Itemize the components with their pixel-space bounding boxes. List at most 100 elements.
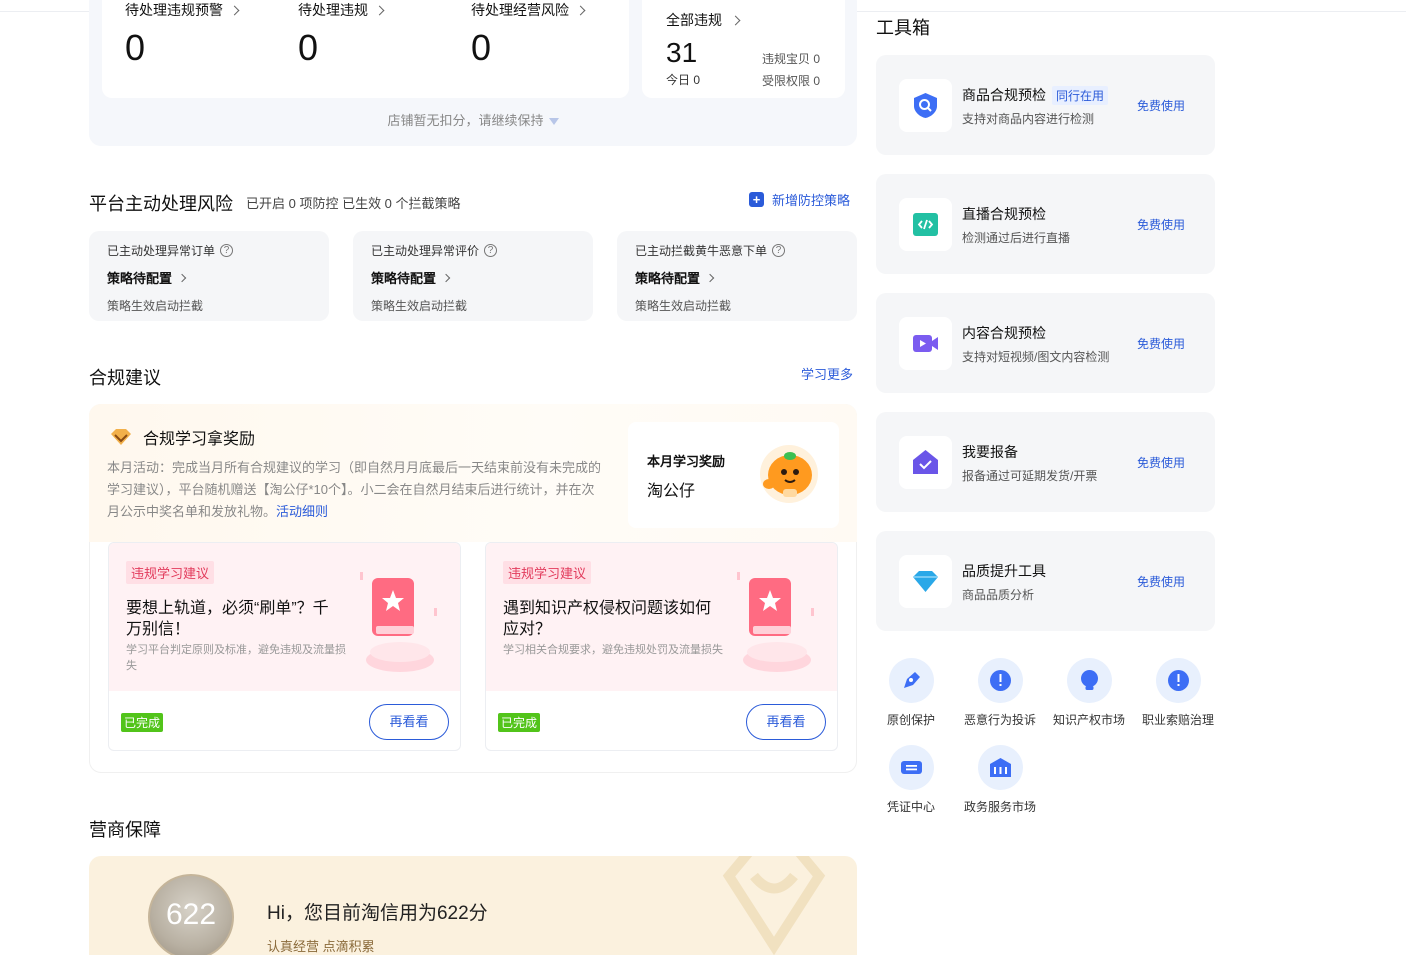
tool-filing[interactable]: 我要报备 报备通过可延期发货/开票 免费使用	[876, 412, 1215, 512]
quick-label: 知识产权市场	[1052, 713, 1125, 727]
pen-icon	[903, 672, 920, 688]
pending-risk-stat[interactable]: 待处理经营风险 0	[471, 0, 586, 70]
add-strategy-label: 新增防控策略	[772, 193, 851, 208]
free-use-link[interactable]: 免费使用	[1137, 573, 1185, 590]
risk-card-status: 策略待配置	[107, 271, 173, 286]
risk-card-desc: 策略生效启动拦截	[107, 299, 204, 313]
lesson-card[interactable]: 违规学习建议 要想上轨道，必须“刷单”？千万别信！ 学习平台判定原则及标准，避免…	[108, 542, 461, 751]
help-icon[interactable]: ?	[220, 244, 234, 257]
tool-name: 品质提升工具	[962, 563, 1046, 579]
pending-warning-stat[interactable]: 待处理违规预警 0	[125, 0, 240, 70]
pending-warning-value: 0	[125, 27, 146, 68]
score-hint[interactable]: 店铺暂无扣分，请继续保持	[89, 110, 857, 129]
credit-greeting: Hi，您目前淘信用为622分	[267, 903, 488, 924]
tool-icon-box	[899, 436, 952, 489]
restricted-permissions-count: 受限权限 0	[762, 74, 821, 88]
shield-search-icon	[914, 93, 937, 118]
caret-down-icon	[548, 118, 559, 126]
tool-desc: 支持对商品内容进行检测	[962, 112, 1095, 126]
lesson-card[interactable]: 违规学习建议 遇到知识产权侵权问题该如何应对？ 学习相关合规要求，避免违规处罚及…	[485, 542, 838, 751]
risk-card-title: 已主动处理异常订单	[107, 244, 216, 258]
quick-icon-circle	[888, 658, 934, 703]
quick-icon-circle	[1066, 658, 1112, 703]
tool-quality[interactable]: 品质提升工具 商品品质分析 免费使用	[876, 531, 1215, 631]
quick-malicious-complaint[interactable]: 恶意行为投诉	[955, 658, 1045, 728]
reward-title: 合规学习拿奖励	[109, 425, 255, 449]
alert-icon	[989, 670, 1011, 691]
completed-badge: 已完成	[121, 713, 164, 732]
chevron-right-icon	[730, 15, 741, 25]
risk-card-title: 已主动拦截黄牛恶意下单	[635, 244, 768, 258]
completed-badge: 已完成	[498, 713, 541, 732]
quick-government-services[interactable]: 政务服务市场	[955, 745, 1045, 815]
monthly-reward-box: 本月学习奖励 淘公仔	[628, 422, 839, 528]
risk-card-scalpers[interactable]: 已主动拦截黄牛恶意下单? 策略待配置 策略生效启动拦截	[617, 231, 857, 321]
score-hint-text: 店铺暂无扣分，请继续保持	[387, 113, 544, 128]
tool-content-precheck[interactable]: 内容合规预检 支持对短视频/图文内容检测 免费使用	[876, 293, 1215, 393]
learn-more-link[interactable]: 学习更多	[801, 364, 853, 383]
quick-label: 职业索赔治理	[1141, 713, 1214, 727]
chevron-right-icon	[575, 5, 586, 15]
credit-motto: 认真经营 点滴积累	[267, 939, 375, 954]
quick-icon-circle	[977, 745, 1023, 790]
compliance-title: 合规建议	[89, 368, 161, 388]
quick-original-protection[interactable]: 原创保护	[866, 658, 956, 728]
chevron-right-icon	[374, 5, 385, 15]
toolbox-title: 工具箱	[876, 18, 930, 38]
tool-live-precheck[interactable]: 直播合规预检 检测通过后进行直播 免费使用	[876, 174, 1215, 274]
quick-label: 政务服务市场	[963, 800, 1036, 814]
lesson-title: 要想上轨道，必须“刷单”？千万别信！	[126, 600, 329, 638]
all-violations-card[interactable]: 全部违规 31 今日 0 违规宝贝 0 受限权限 0	[642, 0, 845, 98]
credit-score-panel: 622 Hi，您目前淘信用为622分 认真经营 点滴积累	[89, 856, 857, 955]
ticket-icon	[900, 761, 922, 774]
chevron-right-icon	[177, 273, 187, 282]
lesson-tag: 违规学习建议	[503, 561, 592, 584]
quick-label: 凭证中心	[886, 800, 935, 814]
tool-name: 商品合规预检	[962, 87, 1046, 103]
violation-items-count: 违规宝贝 0	[762, 52, 821, 66]
risk-card-reviews[interactable]: 已主动处理异常评价? 策略待配置 策略生效启动拦截	[353, 231, 593, 321]
tool-desc: 检测通过后进行直播	[962, 231, 1071, 245]
monthly-reward-item: 淘公仔	[647, 483, 696, 500]
quick-ip-market[interactable]: 知识产权市场	[1044, 658, 1134, 728]
free-use-link[interactable]: 免费使用	[1137, 335, 1185, 352]
diamond-icon	[913, 571, 938, 592]
guarantee-title: 营商保障	[89, 820, 161, 840]
review-again-button[interactable]: 再看看	[746, 704, 826, 740]
book-star-icon	[737, 572, 814, 672]
credit-score-value: 622	[165, 898, 217, 931]
chevron-right-icon	[229, 5, 240, 15]
pending-stats-card: 待处理违规预警 0 待处理违规 0 待处理经营风险 0	[102, 0, 629, 98]
pending-warning-label: 待处理违规预警	[125, 2, 223, 18]
platform-risk-title: 平台主动处理风险	[89, 194, 233, 214]
all-violations-value: 31	[666, 37, 698, 68]
help-icon[interactable]: ?	[772, 244, 786, 257]
risk-card-orders[interactable]: 已主动处理异常订单? 策略待配置 策略生效启动拦截	[89, 231, 329, 321]
house-check-icon	[913, 450, 938, 474]
tool-desc: 商品品质分析	[962, 588, 1035, 602]
quick-voucher-center[interactable]: 凭证中心	[866, 745, 956, 815]
quick-icon-circle	[888, 745, 934, 790]
free-use-link[interactable]: 免费使用	[1137, 216, 1185, 233]
reward-desc: 本月活动：完成当月所有合规建议的学习（即自然月月底最后一天结束前没有未完成的学习…	[107, 457, 607, 523]
shield-decoration-icon	[722, 856, 826, 955]
tool-product-precheck[interactable]: 商品合规预检 同行在用 支持对商品内容进行检测 免费使用	[876, 55, 1215, 155]
help-icon[interactable]: ?	[484, 244, 498, 257]
tool-icon-box	[899, 198, 952, 251]
code-icon	[913, 213, 938, 236]
bulb-icon	[1080, 670, 1098, 690]
review-again-button[interactable]: 再看看	[369, 704, 449, 740]
add-strategy-link[interactable]: + 新增防控策略	[749, 190, 850, 209]
mascot-image	[760, 445, 818, 503]
gem-icon	[111, 429, 131, 445]
lesson-tag: 违规学习建议	[126, 561, 215, 584]
lesson-desc: 学习相关合规要求，避免违规处罚及流量损失	[503, 644, 723, 656]
free-use-link[interactable]: 免费使用	[1137, 97, 1185, 114]
pending-risk-value: 0	[471, 27, 492, 68]
free-use-link[interactable]: 免费使用	[1137, 454, 1185, 471]
pending-violation-stat[interactable]: 待处理违规 0	[298, 0, 385, 70]
plus-icon: +	[749, 192, 764, 207]
quick-claim-governance[interactable]: 职业索赔治理	[1133, 658, 1223, 728]
activity-rules-link[interactable]: 活动细则	[276, 504, 328, 519]
tool-name: 内容合规预检	[962, 325, 1046, 341]
